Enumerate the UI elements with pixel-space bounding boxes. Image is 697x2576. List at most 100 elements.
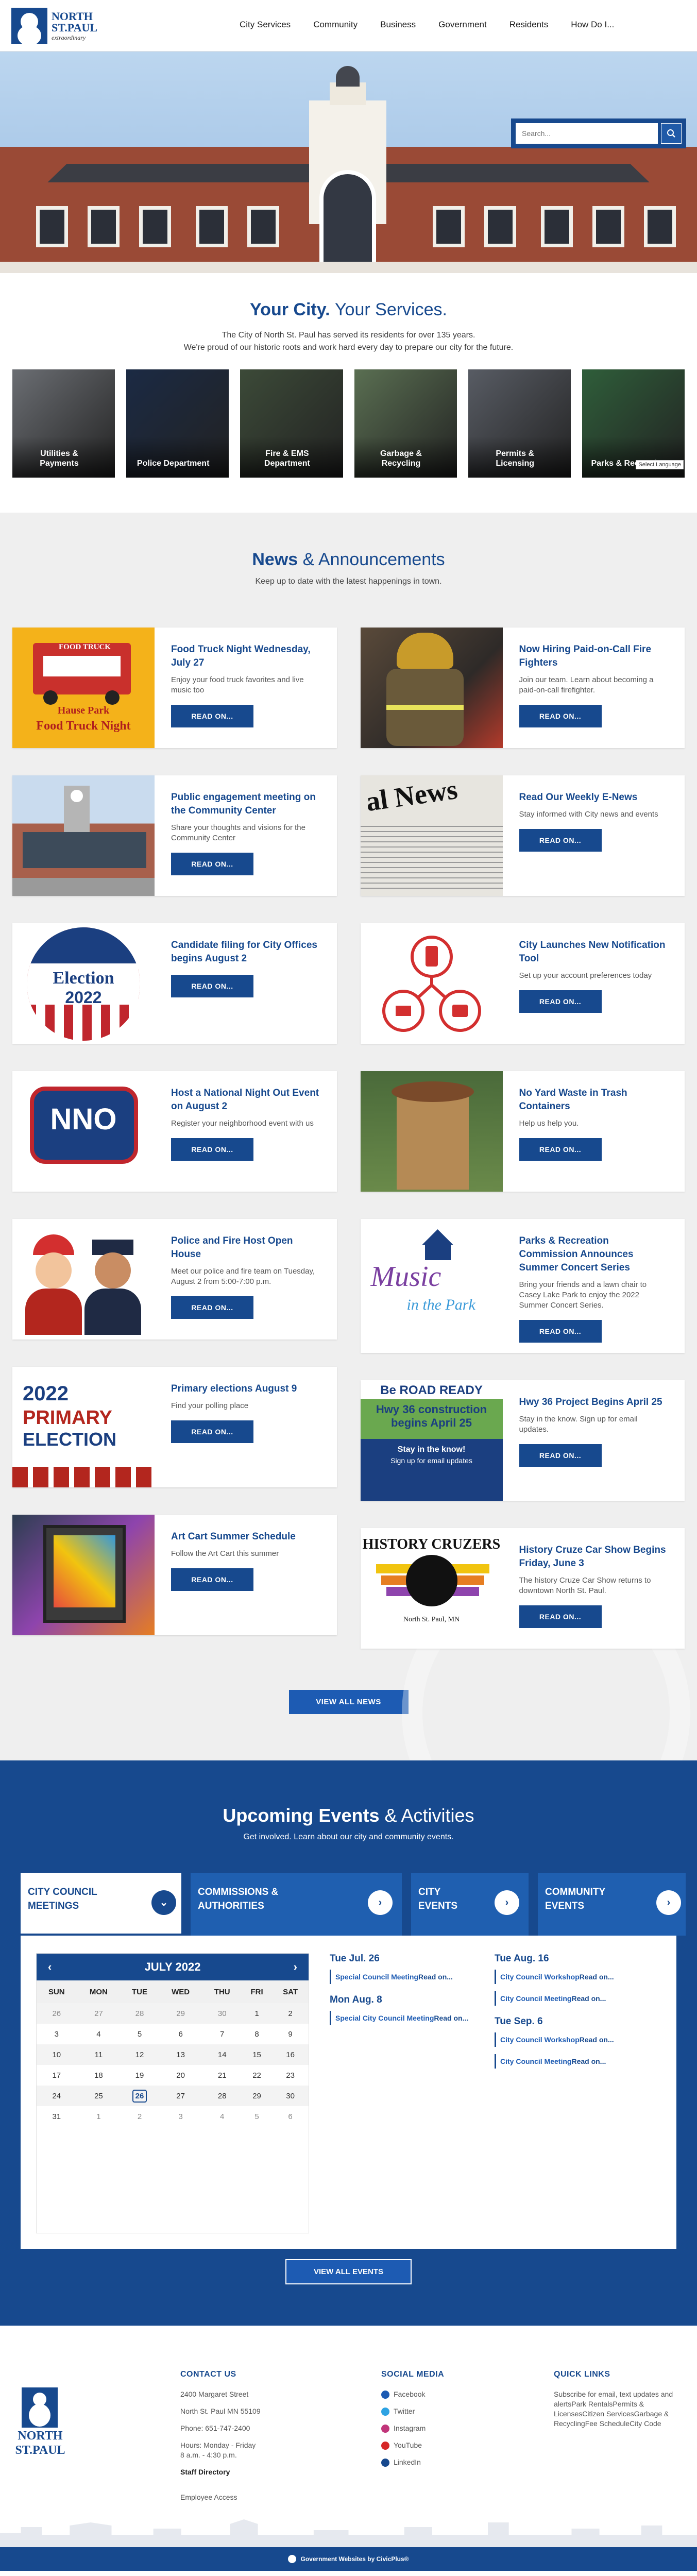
event-read-on-link[interactable]: Read on... bbox=[580, 2036, 614, 2044]
calendar-day[interactable]: 22 bbox=[242, 2065, 272, 2086]
read-on-button[interactable]: READ ON... bbox=[519, 1138, 602, 1161]
event-read-on-link[interactable]: Read on... bbox=[571, 1994, 606, 2003]
footer-logo[interactable]: NORTH ST.PAUL bbox=[14, 2387, 66, 2456]
calendar-day[interactable]: 20 bbox=[159, 2065, 203, 2086]
search-input[interactable] bbox=[516, 123, 658, 144]
calendar-day[interactable]: 25 bbox=[76, 2086, 121, 2106]
news-card-title[interactable]: Candidate filing for City Offices begins… bbox=[171, 940, 317, 964]
calendar-day[interactable]: 14 bbox=[202, 2044, 242, 2065]
event-name-link[interactable]: City Council Workshop bbox=[500, 1973, 580, 1981]
calendar-day[interactable]: 5 bbox=[121, 2024, 158, 2044]
calendar-day[interactable]: 11 bbox=[76, 2044, 121, 2065]
event-name-link[interactable]: Special Council Meeting bbox=[335, 1973, 418, 1981]
read-on-button[interactable]: READ ON... bbox=[171, 853, 253, 875]
nav-city-services[interactable]: City Services bbox=[240, 20, 305, 30]
staff-directory-link[interactable]: Staff Directory bbox=[180, 2467, 304, 2477]
read-on-button[interactable]: READ ON... bbox=[519, 1444, 602, 1467]
news-card-title[interactable]: Primary elections August 9 bbox=[171, 1383, 297, 1394]
read-on-button[interactable]: READ ON... bbox=[171, 705, 253, 727]
calendar-day[interactable]: 17 bbox=[37, 2065, 77, 2086]
social-link-facebook[interactable]: Facebook bbox=[381, 2389, 484, 2399]
calendar-day[interactable]: 29 bbox=[158, 2003, 203, 2024]
read-on-button[interactable]: READ ON... bbox=[519, 829, 602, 852]
tab-commissions-authorities[interactable]: COMMISSIONS & AUTHORITIES › bbox=[191, 1873, 402, 1936]
calendar-day[interactable]: 8 bbox=[242, 2024, 272, 2044]
social-link-linkedin[interactable]: LinkedIn bbox=[381, 2458, 484, 2467]
news-card-title[interactable]: Police and Fire Host Open House bbox=[171, 1235, 293, 1260]
quick-link-city-code[interactable]: City Code bbox=[630, 2419, 661, 2428]
read-on-button[interactable]: READ ON... bbox=[171, 1420, 253, 1443]
calendar-day[interactable]: 31 bbox=[37, 2106, 77, 2127]
news-card-title[interactable]: Art Cart Summer Schedule bbox=[171, 1531, 296, 1542]
calendar-day[interactable]: 24 bbox=[37, 2086, 77, 2106]
calendar-day[interactable]: 27 bbox=[158, 2086, 203, 2106]
social-link-twitter[interactable]: Twitter bbox=[381, 2406, 484, 2416]
event-name-link[interactable]: City Council Meeting bbox=[500, 1994, 571, 2003]
service-tile-garbage-recycling[interactable]: Garbage & Recycling bbox=[354, 369, 457, 478]
calendar-day[interactable]: 1 bbox=[241, 2003, 273, 2024]
tab-community-events[interactable]: COMMUNITY EVENTS › bbox=[538, 1873, 686, 1936]
event-read-on-link[interactable]: Read on... bbox=[580, 1973, 614, 1981]
calendar-day[interactable]: 13 bbox=[158, 2044, 203, 2065]
calendar-day[interactable]: 10 bbox=[37, 2044, 77, 2065]
read-on-button[interactable]: READ ON... bbox=[171, 1138, 253, 1161]
nav-government[interactable]: Government bbox=[430, 20, 501, 30]
calendar-day[interactable]: 4 bbox=[202, 2106, 242, 2127]
tab-city-events[interactable]: CITY EVENTS › bbox=[411, 1873, 529, 1936]
news-card-title[interactable]: Host a National Night Out Event on Augus… bbox=[171, 1088, 319, 1112]
calendar-day[interactable]: 6 bbox=[272, 2106, 309, 2127]
search-button[interactable] bbox=[661, 123, 682, 144]
read-on-button[interactable]: READ ON... bbox=[519, 990, 602, 1013]
site-logo[interactable]: NORTH ST.PAUL extraordinary bbox=[11, 5, 104, 46]
calendar-day[interactable]: 1 bbox=[77, 2106, 121, 2127]
view-all-events-button[interactable]: VIEW ALL EVENTS bbox=[285, 2259, 412, 2284]
calendar-day[interactable]: 3 bbox=[159, 2106, 203, 2127]
calendar-day[interactable]: 2 bbox=[121, 2106, 158, 2127]
news-card-title[interactable]: History Cruze Car Show Begins Friday, Ju… bbox=[519, 1545, 666, 1569]
read-on-button[interactable]: READ ON... bbox=[171, 1296, 253, 1319]
calendar-day[interactable]: 26 bbox=[121, 2086, 159, 2106]
news-card-title[interactable]: Parks & Recreation Commission Announces … bbox=[519, 1235, 634, 1273]
nav-business[interactable]: Business bbox=[372, 20, 430, 30]
service-tile-parks-recreation[interactable]: Parks & Recreation Select Language bbox=[582, 369, 685, 478]
calendar-day[interactable]: 29 bbox=[241, 2086, 273, 2106]
civicplus-credit[interactable]: Government Websites by CivicPlus® bbox=[0, 2547, 697, 2571]
event-name-link[interactable]: City Council Workshop bbox=[500, 2036, 580, 2044]
news-card-title[interactable]: City Launches New Notification Tool bbox=[519, 940, 666, 964]
news-card-title[interactable]: Now Hiring Paid-on-Call Fire Fighters bbox=[519, 644, 652, 668]
calendar-day[interactable]: 23 bbox=[272, 2065, 309, 2086]
calendar-day[interactable]: 15 bbox=[241, 2044, 273, 2065]
calendar-day[interactable]: 26 bbox=[37, 2003, 77, 2024]
calendar-day[interactable]: 19 bbox=[121, 2065, 158, 2086]
calendar-day[interactable]: 27 bbox=[76, 2003, 121, 2024]
calendar-day[interactable]: 3 bbox=[37, 2024, 77, 2044]
calendar-day[interactable]: 28 bbox=[121, 2003, 159, 2024]
calendar-day[interactable]: 28 bbox=[202, 2086, 242, 2106]
event-name-link[interactable]: Special City Council Meeting bbox=[335, 2014, 434, 2022]
calendar-day[interactable]: 4 bbox=[77, 2024, 121, 2044]
calendar-day[interactable]: 2 bbox=[272, 2003, 309, 2024]
calendar-day[interactable]: 6 bbox=[159, 2024, 203, 2044]
event-name-link[interactable]: City Council Meeting bbox=[500, 2057, 571, 2065]
tab-city-council-meetings[interactable]: CITY COUNCIL MEETINGS ⌄ bbox=[21, 1873, 181, 1936]
calendar-day[interactable]: 18 bbox=[77, 2065, 121, 2086]
calendar-day[interactable]: 9 bbox=[272, 2024, 309, 2044]
view-all-news-button[interactable]: VIEW ALL NEWS bbox=[288, 1690, 409, 1714]
read-on-button[interactable]: READ ON... bbox=[519, 705, 602, 727]
service-tile-utilities-payments[interactable]: Utilities & Payments bbox=[12, 369, 115, 478]
service-tile-permits-licensing[interactable]: Permits & Licensing bbox=[468, 369, 571, 478]
read-on-button[interactable]: READ ON... bbox=[171, 1568, 253, 1591]
calendar-day[interactable]: 7 bbox=[202, 2024, 242, 2044]
service-tile-fire-ems-department[interactable]: Fire & EMS Department bbox=[240, 369, 343, 478]
calendar-day[interactable]: 5 bbox=[242, 2106, 272, 2127]
news-card-title[interactable]: Food Truck Night Wednesday, July 27 bbox=[171, 644, 311, 668]
calendar-day[interactable]: 30 bbox=[202, 2003, 242, 2024]
read-on-button[interactable]: READ ON... bbox=[519, 1320, 602, 1343]
nav-how-do-i[interactable]: How Do I... bbox=[563, 20, 628, 30]
quick-link-park-rentals[interactable]: Park Rentals bbox=[571, 2400, 613, 2408]
read-on-button[interactable]: READ ON... bbox=[519, 1605, 602, 1628]
social-link-instagram[interactable]: Instagram bbox=[381, 2424, 484, 2433]
prev-month-icon[interactable]: ‹ bbox=[48, 1960, 52, 1974]
nav-residents[interactable]: Residents bbox=[501, 20, 563, 30]
calendar-day[interactable]: 30 bbox=[272, 2086, 309, 2106]
